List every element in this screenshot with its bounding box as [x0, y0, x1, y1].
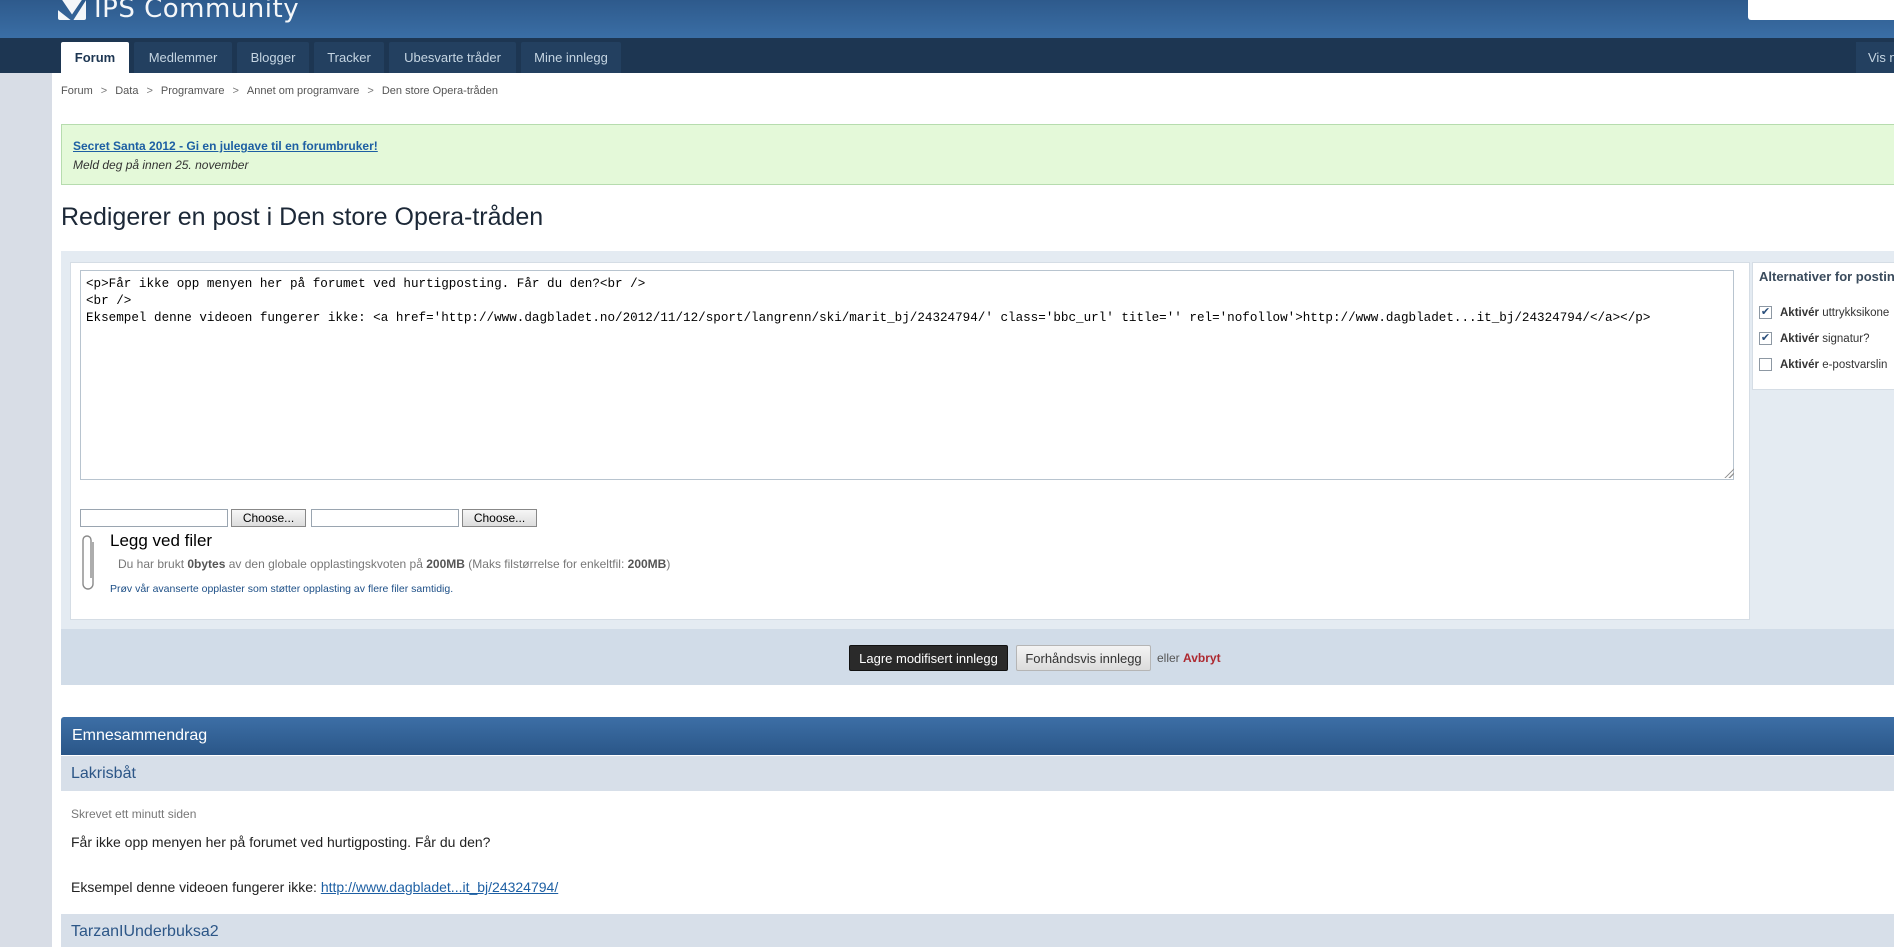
search-input[interactable] [1748, 0, 1894, 20]
or-text: eller [1157, 651, 1180, 665]
option-signature[interactable]: ✔ Aktivér signatur? [1759, 332, 1870, 345]
topic-summary-header: Emnesammendrag [61, 717, 1894, 755]
preview-post-button[interactable]: Forhåndsvis innlegg [1016, 645, 1151, 671]
checkbox-checked-icon[interactable]: ✔ [1759, 306, 1772, 319]
option-email-notify[interactable]: Aktivér e-postvarslin [1759, 358, 1887, 371]
breadcrumb-separator: > [232, 85, 239, 97]
site-logo[interactable]: IPS Community [58, 0, 299, 24]
announcement-box [61, 124, 1894, 185]
post-author-bar: Lakrisbåt [61, 756, 1894, 791]
post-options-title: Alternativer for postin [1759, 269, 1894, 284]
breadcrumb-item[interactable]: Data [115, 85, 138, 97]
post-body-line: Får ikke opp menyen her på forumet ved h… [71, 834, 491, 850]
logo-text: IPS Community [94, 0, 300, 24]
checkbox-unchecked-icon[interactable] [1759, 358, 1772, 371]
post-body-line: Eksempel denne videoen fungerer ikke: ht… [71, 879, 559, 895]
resize-handle-icon[interactable] [1724, 468, 1734, 478]
attach-files-title: Legg ved filer [110, 531, 213, 550]
breadcrumb-separator: > [367, 85, 374, 97]
option-emoticons[interactable]: ✔ Aktivér uttrykksikone [1759, 306, 1889, 319]
announcement-subtitle: Meld deg på innen 25. november [73, 158, 249, 172]
save-post-button[interactable]: Lagre modifisert innlegg [849, 645, 1008, 671]
paperclip-icon [82, 535, 94, 590]
file-input-2[interactable] [311, 509, 459, 527]
cancel-link[interactable]: Avbryt [1183, 651, 1221, 665]
checkbox-checked-icon[interactable]: ✔ [1759, 332, 1772, 345]
post-video-link[interactable]: http://www.dagbladet...it_bj/24324794/ [321, 879, 558, 895]
advanced-uploader-link[interactable]: Prøv vår avanserte opplaster som støtter… [110, 583, 453, 595]
breadcrumb-item[interactable]: Annet om programvare [247, 85, 360, 97]
nav-view-link[interactable]: Vis n [1856, 42, 1894, 73]
page-title: Redigerer en post i Den store Opera-tråd… [61, 203, 544, 231]
file-input-1[interactable] [80, 509, 228, 527]
post-timestamp: Skrevet ett minutt siden [71, 807, 197, 821]
breadcrumb-item[interactable]: Forum [61, 85, 93, 97]
tab-ubesvarte-trader[interactable]: Ubesvarte tråder [389, 42, 516, 73]
tab-forum[interactable]: Forum [61, 42, 129, 73]
upload-quota-text: Du har brukt 0bytes av den globale oppla… [118, 557, 671, 571]
tab-medlemmer[interactable]: Medlemmer [134, 42, 232, 73]
logo-icon [58, 0, 86, 20]
choose-file-button-1[interactable]: Choose... [231, 509, 306, 527]
tab-blogger[interactable]: Blogger [237, 42, 309, 73]
post-author-name[interactable]: Lakrisbåt [71, 765, 136, 783]
breadcrumb: Forum > Data > Programvare > Annet om pr… [61, 85, 498, 97]
post-editor-textarea[interactable]: <p>Får ikke opp menyen her på forumet ve… [80, 270, 1734, 480]
breadcrumb-item[interactable]: Programvare [161, 85, 225, 97]
breadcrumb-separator: > [146, 85, 153, 97]
post-author-bar: TarzanIUnderbuksa2 [61, 914, 1894, 947]
breadcrumb-item[interactable]: Den store Opera-tråden [382, 85, 498, 97]
tab-tracker[interactable]: Tracker [314, 42, 384, 73]
tab-mine-innlegg[interactable]: Mine innlegg [521, 42, 621, 73]
choose-file-button-2[interactable]: Choose... [462, 509, 537, 527]
post-author-name[interactable]: TarzanIUnderbuksa2 [71, 923, 219, 941]
announcement-link[interactable]: Secret Santa 2012 - Gi en julegave til e… [73, 139, 378, 153]
breadcrumb-separator: > [100, 85, 108, 97]
